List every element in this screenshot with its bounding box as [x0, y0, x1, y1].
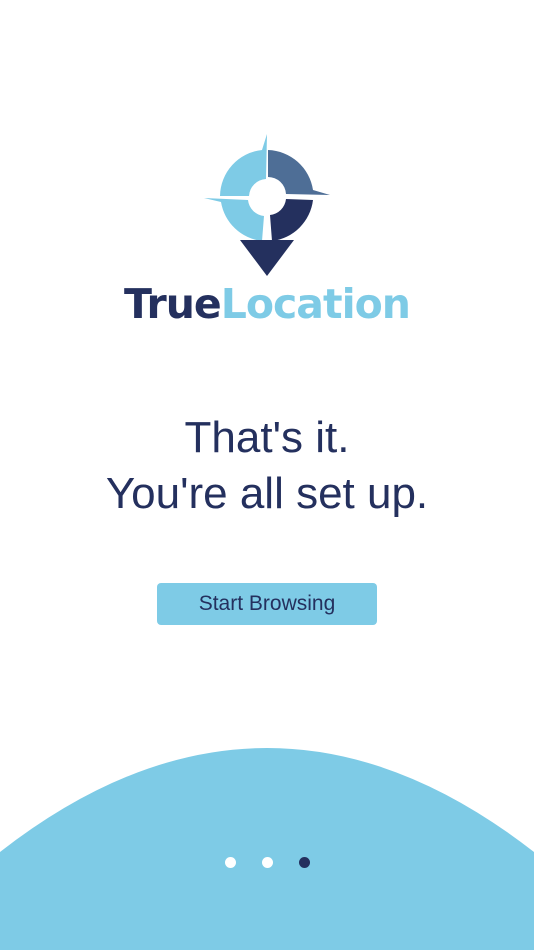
brand-name-part2: Location	[220, 280, 411, 328]
page-dot-2[interactable]	[261, 857, 273, 868]
background-wave	[0, 748, 534, 950]
headline-line2: You're all set up.	[105, 469, 429, 518]
onboarding-screen: TrueLocation That's it. You're all set u…	[0, 0, 534, 950]
page-dot-3[interactable]	[298, 857, 310, 868]
brand-wordmark: TrueLocation	[0, 278, 534, 330]
brand-name-part1: True	[124, 280, 222, 328]
headline: That's it. You're all set up.	[0, 410, 534, 522]
headline-line1: That's it.	[184, 413, 350, 462]
start-browsing-button[interactable]: Start Browsing	[157, 583, 377, 625]
compass-pin-icon	[204, 134, 330, 276]
page-indicator	[0, 857, 534, 869]
page-dot-1[interactable]	[224, 857, 236, 868]
